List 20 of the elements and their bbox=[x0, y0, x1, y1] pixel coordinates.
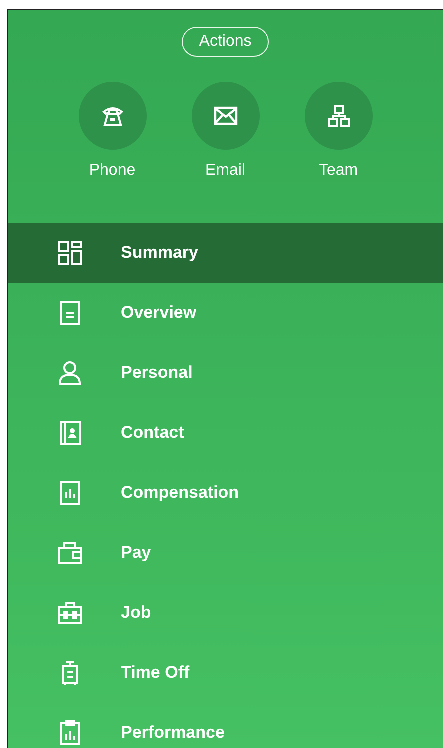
briefcase-icon bbox=[56, 600, 82, 626]
menu-item[interactable]: Overview bbox=[8, 283, 443, 343]
email-icon bbox=[214, 106, 238, 126]
action-label: Phone bbox=[89, 162, 136, 180]
person-icon bbox=[56, 360, 82, 386]
menu-item[interactable]: Compensation bbox=[8, 463, 443, 523]
menu-item[interactable]: Summary bbox=[8, 223, 443, 283]
org-chart-icon bbox=[328, 105, 350, 127]
menu-item[interactable]: Personal bbox=[8, 343, 443, 403]
menu-item[interactable]: Pay bbox=[8, 523, 443, 583]
menu-item[interactable]: Time Off bbox=[8, 643, 443, 703]
menu-item[interactable]: Contact bbox=[8, 403, 443, 463]
actions-button[interactable]: Actions bbox=[182, 27, 269, 57]
action-label: Team bbox=[318, 162, 358, 180]
wallet-icon bbox=[56, 540, 82, 566]
action-label: Email bbox=[205, 162, 246, 180]
dashboard-icon bbox=[56, 240, 82, 266]
menu-item[interactable]: Performance bbox=[8, 703, 443, 748]
phone-icon bbox=[102, 105, 124, 127]
menu-item[interactable]: Job bbox=[8, 583, 443, 643]
